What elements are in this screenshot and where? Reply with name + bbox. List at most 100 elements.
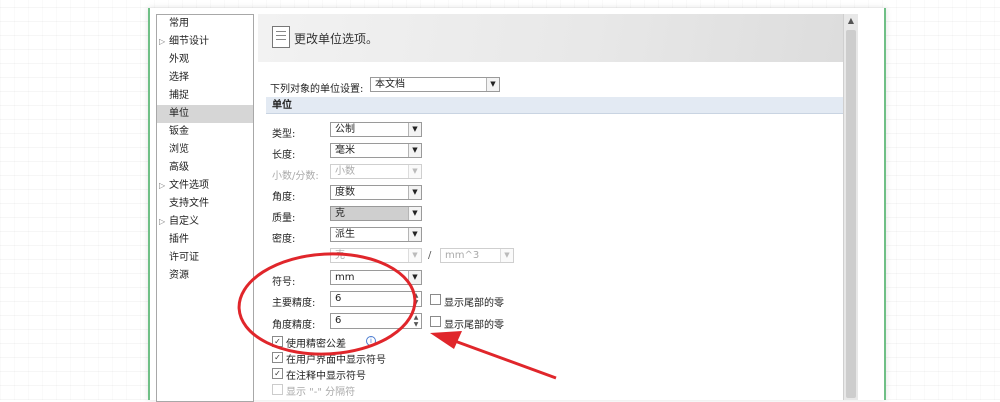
expand-arrow-icon[interactable]: ▷	[159, 177, 165, 195]
dropdown-arrow-icon[interactable]: ▼	[408, 207, 421, 220]
sidebar-item-label: 许可证	[169, 252, 199, 263]
primary-trailing-zero-label: 显示尾部的零	[444, 298, 504, 309]
sidebar-item-label: 自定义	[169, 216, 199, 227]
sidebar-item-resources[interactable]: 资源	[157, 267, 253, 285]
type-select[interactable]: 公制 ▼	[330, 122, 422, 137]
show-symbol-annotation-label: 在注释中显示符号	[286, 371, 366, 382]
length-label: 长度:	[272, 150, 296, 161]
precision-tolerance-checkbox[interactable]: ✓	[272, 336, 283, 347]
vertical-scrollbar[interactable]: ▲	[843, 14, 858, 400]
sidebar-item-label: 高级	[169, 162, 189, 173]
units-section-header: 单位	[266, 97, 854, 114]
dropdown-arrow-icon: ▼	[500, 249, 513, 262]
angle-value: 度数	[335, 187, 355, 198]
expand-arrow-icon[interactable]: ▷	[159, 33, 165, 51]
sidebar-item-label: 单位	[169, 108, 189, 119]
sidebar-item-appearance[interactable]: 外观	[157, 51, 253, 69]
dropdown-arrow-icon: ▼	[408, 249, 421, 262]
angular-precision-label: 角度精度:	[272, 320, 316, 331]
sidebar-item-label: 常用	[169, 18, 189, 29]
sidebar-item-label: 细节设计	[169, 36, 209, 47]
primary-precision-label: 主要精度:	[272, 298, 316, 309]
sidebar-item-label: 选择	[169, 72, 189, 83]
symbol-label: 符号:	[272, 277, 296, 288]
precision-tolerance-label: 使用精密公差	[286, 339, 346, 350]
sidebar-item-label: 外观	[169, 54, 189, 65]
dropdown-arrow-icon[interactable]: ▼	[408, 123, 421, 136]
dropdown-arrow-icon[interactable]: ▼	[408, 271, 421, 284]
density-value: 派生	[335, 229, 355, 240]
scope-select[interactable]: 本文档 ▼	[370, 77, 500, 92]
sidebar-item-detailing[interactable]: ▷ 细节设计	[157, 33, 253, 51]
mass-value: 克	[335, 208, 345, 219]
sidebar-item-selection[interactable]: 选择	[157, 69, 253, 87]
show-symbol-ui-label: 在用户界面中显示符号	[286, 355, 386, 366]
sidebar-item-sheet-metal[interactable]: 钣金	[157, 123, 253, 141]
density-label: 密度:	[272, 234, 296, 245]
density-select[interactable]: 派生 ▼	[330, 227, 422, 242]
units-panel: 更改单位选项。 下列对象的单位设置: 本文档 ▼ 单位 类型: 公制 ▼ 长度:…	[258, 14, 858, 400]
dropdown-arrow-icon[interactable]: ▼	[408, 186, 421, 199]
scroll-up-icon[interactable]: ▲	[844, 14, 858, 28]
mass-select[interactable]: 克 ▼	[330, 206, 422, 221]
expand-arrow-icon[interactable]: ▷	[159, 213, 165, 231]
dash-separator-label: 显示 "-" 分隔符	[286, 387, 356, 398]
type-value: 公制	[335, 124, 355, 135]
sidebar-item-license[interactable]: 许可证	[157, 249, 253, 267]
sidebar-item-label: 钣金	[169, 126, 189, 137]
scrollbar-thumb[interactable]	[846, 30, 856, 398]
info-icon[interactable]: i	[366, 336, 376, 346]
scope-value: 本文档	[375, 79, 405, 90]
density-numerator-select: 克 ▼	[330, 248, 422, 263]
sidebar-item-units[interactable]: 单位	[157, 105, 253, 123]
sidebar-item-label: 资源	[169, 270, 189, 281]
dropdown-arrow-icon[interactable]: ▼	[486, 78, 499, 91]
sidebar-item-label: 捕捉	[169, 90, 189, 101]
sidebar-item-addins[interactable]: 插件	[157, 231, 253, 249]
primary-precision-spinner[interactable]: 6 ▲ ▼	[330, 291, 422, 307]
options-dialog: 常用 ▷ 细节设计 外观 选择 捕捉 单位 钣金 浏览 高级 ▷ 文件选项 支持文件…	[148, 8, 886, 402]
panel-title: 更改单位选项。	[294, 32, 379, 46]
sidebar-item-support-files[interactable]: 支持文件	[157, 195, 253, 213]
length-value: 毫米	[335, 145, 355, 156]
decimal-select: 小数 ▼	[330, 164, 422, 179]
density-denominator-value: mm^3	[445, 250, 480, 261]
angular-precision-spinner[interactable]: 6 ▲ ▼	[330, 313, 422, 329]
sidebar-item-file-options[interactable]: ▷ 文件选项	[157, 177, 253, 195]
density-numerator-value: 克	[335, 250, 345, 261]
sidebar-item-common[interactable]: 常用	[157, 15, 253, 33]
type-label: 类型:	[272, 129, 296, 140]
sidebar-item-advanced[interactable]: 高级	[157, 159, 253, 177]
show-symbol-annotation-checkbox[interactable]: ✓	[272, 368, 283, 379]
length-select[interactable]: 毫米 ▼	[330, 143, 422, 158]
sidebar-item-label: 支持文件	[169, 198, 209, 209]
primary-trailing-zero-checkbox[interactable]	[430, 294, 441, 305]
sidebar-item-snap[interactable]: 捕捉	[157, 87, 253, 105]
options-sidebar: 常用 ▷ 细节设计 外观 选择 捕捉 单位 钣金 浏览 高级 ▷ 文件选项 支持文件…	[156, 14, 254, 402]
dropdown-arrow-icon[interactable]: ▼	[408, 144, 421, 157]
density-separator: /	[428, 250, 432, 261]
spin-arrows-icon[interactable]: ▲ ▼	[411, 292, 421, 306]
angular-trailing-zero-label: 显示尾部的零	[444, 320, 504, 331]
dropdown-arrow-icon: ▼	[408, 165, 421, 178]
dash-separator-checkbox	[272, 384, 283, 395]
sidebar-item-customize[interactable]: ▷ 自定义	[157, 213, 253, 231]
scope-label: 下列对象的单位设置:	[270, 84, 364, 95]
symbol-value: mm	[335, 272, 355, 283]
document-icon	[272, 26, 290, 48]
angular-trailing-zero-checkbox[interactable]	[430, 316, 441, 327]
sidebar-item-label: 插件	[169, 234, 189, 245]
dropdown-arrow-icon[interactable]: ▼	[408, 228, 421, 241]
angle-select[interactable]: 度数 ▼	[330, 185, 422, 200]
sidebar-item-browse[interactable]: 浏览	[157, 141, 253, 159]
sidebar-item-label: 文件选项	[169, 180, 209, 191]
symbol-select[interactable]: mm ▼	[330, 270, 422, 285]
primary-precision-value: 6	[335, 293, 342, 304]
mass-label: 质量:	[272, 213, 296, 224]
sidebar-item-label: 浏览	[169, 144, 189, 155]
decimal-value: 小数	[335, 166, 355, 177]
angle-label: 角度:	[272, 192, 296, 203]
panel-header: 更改单位选项。	[258, 14, 858, 62]
spin-arrows-icon[interactable]: ▲ ▼	[411, 314, 421, 328]
show-symbol-ui-checkbox[interactable]: ✓	[272, 352, 283, 363]
